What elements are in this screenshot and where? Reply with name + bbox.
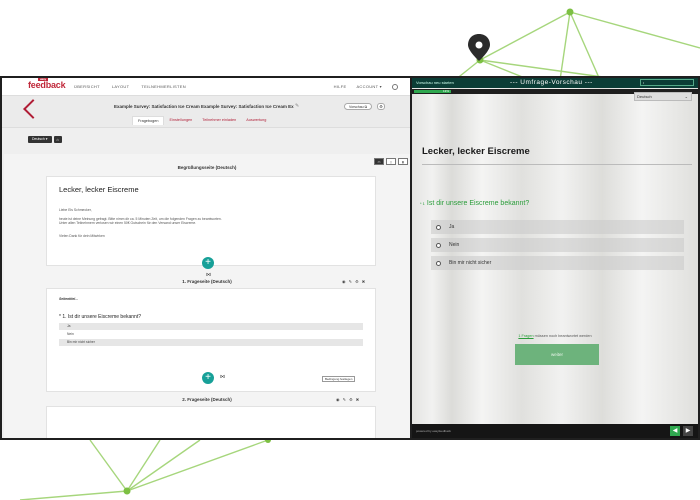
page-actions-icons[interactable]: ◉ ✎ ⚙ ✖ (342, 279, 366, 284)
welcome-card[interactable]: Lecker, lecker Eiscreme Liebe Eis Schmec… (46, 176, 376, 266)
nav-link-participant-lists[interactable]: TEILNEHMERLISTEN (141, 84, 186, 89)
collapse-icon[interactable]: ⋈ (220, 374, 225, 380)
collapse-icon[interactable]: ⋈ (206, 272, 211, 278)
powered-by: powered by easyfeedback (416, 429, 451, 433)
option-yes[interactable]: Ja (59, 322, 363, 330)
editor-content: ▭ ▯ ▮ Begrüßungsseite (Deutsch) Lecker, … (4, 154, 410, 438)
welcome-thanks: Vielen Dank für dein Mitwirken (59, 233, 105, 238)
preview-device-select[interactable]: I (640, 79, 694, 86)
device-toggles: ▭ ▯ ▮ (374, 158, 408, 165)
survey-editor: easy feedback ÜBERSICHT LAYOUT TEILNEHMER… (2, 78, 410, 438)
option-list: Ja Nein Bin mir nicht sicher (59, 322, 363, 346)
back-chevron-icon[interactable] (23, 99, 43, 119)
nav-link-account[interactable]: ACCOUNT ▾ (356, 84, 382, 90)
device-frame: easy feedback ÜBERSICHT LAYOUT TEILNEHMER… (0, 76, 700, 440)
preview-button[interactable]: Vorschau ⧉ (344, 103, 373, 110)
survey-title: Example Survey: Satisfaction Ice Cream E… (114, 104, 294, 109)
next-arrow-icon[interactable]: ▶ (683, 426, 693, 436)
next-button[interactable]: weiter (515, 344, 599, 365)
language-row: Deutsch ▾ ⌂ (28, 136, 62, 143)
preview-language-select[interactable]: Deutsch ⌄ (634, 92, 692, 101)
survey-tabs: Fragebogen Einstellungen Teilnehmer einl… (132, 116, 271, 125)
survey-header: Example Survey: Satisfaction Ice Cream E… (2, 96, 410, 128)
preview-footer: powered by easyfeedback ◀ ▶ (412, 424, 698, 438)
welcome-greeting: Liebe Eis Schmecker, (59, 208, 92, 212)
tab-questionnaire[interactable]: Fragebogen (132, 116, 165, 125)
option-no[interactable]: Nein (59, 331, 363, 338)
tab-settings[interactable]: Einstellungen (164, 116, 197, 125)
plus-icon[interactable]: + (202, 257, 214, 269)
preview-question: * 1 Ist dir unsere Eiscreme bekannt? (420, 200, 529, 207)
phone-icon[interactable]: ▮ (398, 158, 408, 165)
nav-links: ÜBERSICHT LAYOUT TEILNEHMERLISTEN (74, 84, 186, 89)
plus-icon[interactable]: + (202, 372, 214, 384)
restart-preview-link[interactable]: Vorschau neu starten (416, 80, 454, 85)
page-actions-icons[interactable]: ◉ ✎ ⚙ ✖ (336, 397, 360, 402)
tab-evaluation[interactable]: Auswertung (241, 116, 271, 125)
tablet-icon[interactable]: ▯ (386, 158, 396, 165)
nav-link-layout[interactable]: LAYOUT (112, 84, 130, 89)
preview-header: Vorschau neu starten --- Umfrage-Vorscha… (412, 78, 698, 88)
logo-badge: easy (38, 78, 48, 81)
welcome-page-title: Begrüßungsseite (Deutsch) (177, 165, 237, 170)
page-subtitle: Seitentitel... (59, 297, 79, 301)
radio-button[interactable] (436, 260, 441, 266)
welcome-heading: Lecker, lecker Eiscreme (59, 185, 139, 194)
unanswered-questions-link[interactable]: 1 Fragen (518, 334, 533, 338)
heading-divider (422, 164, 692, 165)
globe-icon[interactable] (392, 84, 398, 90)
radio-button[interactable] (436, 224, 441, 230)
gear-icon[interactable]: ⚙ (377, 103, 385, 110)
welcome-line-2: Unter allen Teilnehmern verlosen wir ein… (59, 221, 197, 226)
question-text: Ist dir unsere Eiscreme bekannt? (426, 200, 530, 207)
preview-option-unsure[interactable]: Bin mir nicht sicher (431, 256, 684, 270)
option-label: Bin mir nicht sicher (449, 260, 492, 266)
notice-text: müssen noch beantwortet werden (533, 334, 592, 338)
stage: easy feedback ÜBERSICHT LAYOUT TEILNEHMER… (0, 0, 700, 500)
option-label: Nein (449, 242, 460, 248)
progress-fill: 13% (414, 90, 451, 93)
network-node (123, 487, 131, 495)
nav-right: HILFE ACCOUNT ▾ (334, 84, 398, 90)
preview-language-value: Deutsch (637, 94, 652, 99)
nav-link-overview[interactable]: ÜBERSICHT (74, 84, 100, 89)
unanswered-notice: 1 Fragen müssen noch beantwortet werden (412, 334, 698, 338)
edit-icon[interactable]: ✎ (295, 103, 299, 109)
chevron-down-icon: ⌄ (684, 94, 688, 99)
nav-link-help[interactable]: HILFE (334, 84, 347, 90)
tab-invite-participants[interactable]: Teilnehmer einladen (197, 116, 241, 125)
preview-option-no[interactable]: Nein (431, 238, 684, 252)
preview-window-title: --- Umfrage-Vorschau --- (510, 79, 593, 86)
home-icon[interactable]: ⌂ (53, 136, 62, 143)
logo-text: feedback (28, 80, 66, 90)
question-page-2-card[interactable] (46, 406, 376, 438)
question-number: * 1 (420, 201, 425, 206)
top-navigation: easy feedback ÜBERSICHT LAYOUT TEILNEHMER… (2, 78, 410, 96)
desktop-icon[interactable]: ▭ (374, 158, 384, 165)
question-text: * 1. Ist dir unsere Eiscreme bekannt? (59, 313, 141, 320)
language-select[interactable]: Deutsch ▾ (28, 136, 52, 143)
set-condition-button[interactable]: Bedingung festlegen (322, 376, 356, 382)
brand-logo[interactable]: easy feedback (28, 78, 66, 90)
survey-preview: Vorschau neu starten --- Umfrage-Vorscha… (412, 78, 698, 438)
network-node (566, 8, 574, 16)
option-label: Ja (449, 224, 455, 230)
radio-button[interactable] (436, 242, 441, 248)
previous-arrow-icon[interactable]: ◀ (670, 426, 680, 436)
option-unsure[interactable]: Bin mir nicht sicher (59, 338, 363, 346)
preview-heading: Lecker, lecker Eiscreme (422, 146, 530, 157)
preview-option-yes[interactable]: Ja (431, 220, 684, 234)
